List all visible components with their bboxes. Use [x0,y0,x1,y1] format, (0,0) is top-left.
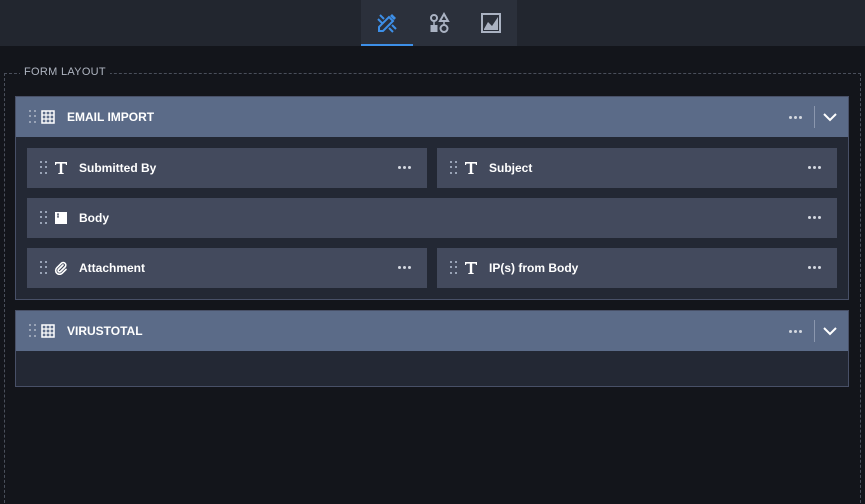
rich-text-icon [53,210,69,226]
section-email-import[interactable]: EMAIL IMPORT Submitted By Subject Body A… [15,96,849,300]
field-more-options-icon[interactable] [808,216,821,219]
section-header[interactable]: EMAIL IMPORT [16,97,848,137]
pencil-ruler-icon [377,14,397,33]
field-subject[interactable]: Subject [437,148,837,188]
form-layout-legend: FORM LAYOUT [20,66,110,78]
field-label: Attachment [79,261,146,275]
section-virustotal[interactable]: VIRUSTOTAL [15,310,849,387]
table-icon [41,324,55,338]
table-icon [41,110,55,124]
field-label: Subject [489,161,533,175]
divider [814,106,815,128]
drag-handle-icon[interactable] [450,161,458,175]
chevron-down-icon[interactable] [822,109,838,125]
section-more-options-icon[interactable] [789,116,802,119]
field-label: Body [79,211,109,225]
section-title: EMAIL IMPORT [67,110,155,124]
field-label: IP(s) from Body [489,261,579,275]
area-chart-icon [481,13,501,33]
text-icon [53,160,69,176]
drag-handle-icon[interactable] [40,161,48,175]
tab-design[interactable] [361,0,413,46]
section-title: VIRUSTOTAL [67,324,143,338]
field-more-options-icon[interactable] [808,166,821,169]
drag-handle-icon[interactable] [29,324,37,338]
paperclip-icon [53,260,69,276]
section-more-options-icon[interactable] [789,330,802,333]
field-body[interactable]: Body [27,198,837,238]
chevron-down-icon[interactable] [822,323,838,339]
field-submitted-by[interactable]: Submitted By [27,148,427,188]
tab-chart[interactable] [465,0,517,46]
text-icon [463,160,479,176]
shapes-icon [430,11,450,33]
view-tab-group [361,0,517,46]
drag-handle-icon[interactable] [29,110,37,124]
divider [814,320,815,342]
field-more-options-icon[interactable] [398,166,411,169]
drag-handle-icon[interactable] [40,261,48,275]
field-ips-from-body[interactable]: IP(s) from Body [437,248,837,288]
field-more-options-icon[interactable] [808,266,821,269]
drag-handle-icon[interactable] [40,211,48,225]
section-header[interactable]: VIRUSTOTAL [16,311,848,351]
text-icon [463,260,479,276]
drag-handle-icon[interactable] [450,261,458,275]
field-more-options-icon[interactable] [398,266,411,269]
field-attachment[interactable]: Attachment [27,248,427,288]
tab-shapes[interactable] [413,0,465,46]
field-label: Submitted By [79,161,157,175]
top-toolbar [0,0,865,46]
